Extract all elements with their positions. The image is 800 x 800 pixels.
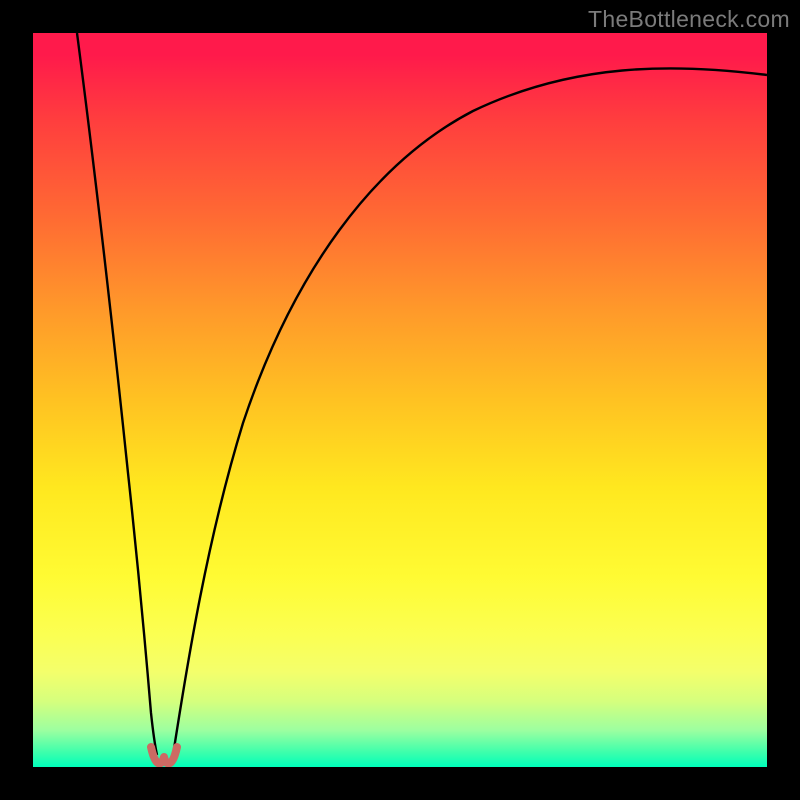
watermark-label: TheBottleneck.com: [588, 6, 790, 33]
curve-overlay: [33, 33, 767, 767]
valley-marker: [151, 747, 177, 763]
plot-area: [33, 33, 767, 767]
left-curve: [77, 33, 157, 755]
right-curve: [173, 68, 767, 755]
chart-frame: TheBottleneck.com: [0, 0, 800, 800]
